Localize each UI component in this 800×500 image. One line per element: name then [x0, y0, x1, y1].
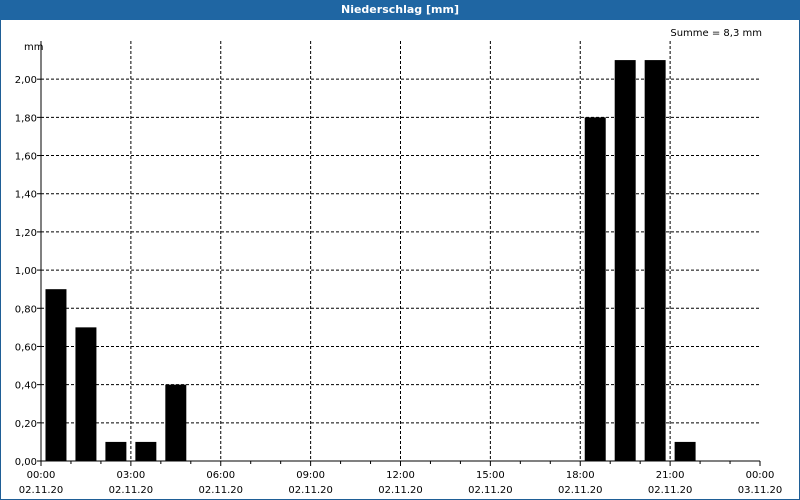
x-tick-label-date: 03.11.20 — [738, 485, 783, 496]
x-tick-label-time: 00:00 — [746, 470, 775, 481]
precipitation-bar — [75, 327, 97, 461]
y-axis-unit-label: mm — [24, 42, 43, 53]
y-tick-label: 0,20 — [15, 419, 37, 430]
x-tick-label-date: 02.11.20 — [558, 485, 603, 496]
precipitation-bar — [674, 441, 696, 461]
x-tick-label-date: 02.11.20 — [648, 485, 693, 496]
y-tick-label: 1,40 — [15, 190, 37, 201]
precipitation-bar — [584, 117, 606, 461]
x-tick-label-date: 02.11.20 — [109, 485, 154, 496]
precipitation-bar — [105, 441, 127, 461]
x-tick-label-time: 12:00 — [386, 470, 415, 481]
tick-labels: 0,00 0,20 0,40 0,60 0,80 1,00 1,20 1,40 1,60 1,80… — [15, 75, 783, 496]
bars — [45, 60, 696, 461]
x-tick-label-date: 02.11.20 — [468, 485, 513, 496]
x-tick-label-date: 02.11.20 — [288, 485, 333, 496]
chart-title: Niederschlag [mm] — [0, 0, 800, 20]
y-tick-label: 1,20 — [15, 228, 37, 239]
y-tick-label: 1,80 — [15, 113, 37, 124]
precipitation-bar — [165, 384, 187, 461]
y-tick-label: 0,80 — [15, 304, 37, 315]
x-tick-label-date: 02.11.20 — [198, 485, 243, 496]
x-tick-label-time: 06:00 — [206, 470, 235, 481]
x-tick-label-time: 09:00 — [296, 470, 325, 481]
y-tick-label: 0,40 — [15, 381, 37, 392]
x-tick-label-date: 02.11.20 — [378, 485, 423, 496]
x-tick-label-time: 18:00 — [566, 470, 595, 481]
y-tick-label: 1,00 — [15, 266, 37, 277]
x-tick-label-time: 15:00 — [476, 470, 505, 481]
x-tick-label-time: 03:00 — [116, 470, 145, 481]
y-tick-label: 0,00 — [15, 457, 37, 468]
precipitation-chart: 0,00 0,20 0,40 0,60 0,80 1,00 1,20 1,40 1,60 1,80… — [15, 28, 783, 496]
y-tick-label: 1,60 — [15, 152, 37, 163]
precipitation-bar — [614, 60, 636, 461]
precipitation-bar — [644, 60, 666, 461]
precipitation-bar — [45, 289, 67, 461]
x-tick-label-date: 02.11.20 — [19, 485, 64, 496]
x-tick-label-time: 00:00 — [27, 470, 56, 481]
precipitation-bar — [135, 441, 157, 461]
x-tick-label-time: 21:00 — [656, 470, 685, 481]
sum-annotation: Summe = 8,3 mm — [670, 28, 762, 39]
y-tick-label: 0,60 — [15, 342, 37, 353]
y-tick-label: 2,00 — [15, 75, 37, 86]
